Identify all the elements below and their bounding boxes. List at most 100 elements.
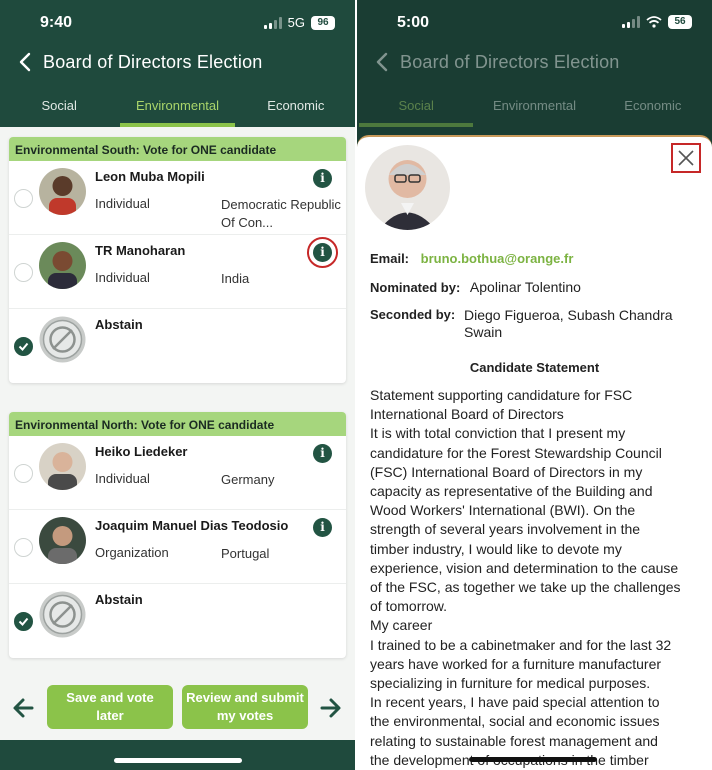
candidate-avatar: [39, 168, 86, 215]
candidate-row[interactable]: Joaquim Manuel Dias Teodosio Organizatio…: [9, 510, 346, 584]
statement-line: In recent years, I have paid special att…: [370, 694, 660, 711]
statement-line: relating to sustainable forest managemen…: [370, 732, 658, 749]
wifi-icon: [646, 16, 662, 28]
vote-radio[interactable]: [14, 464, 33, 483]
ballot-section-north: Environmental North: Vote for ONE candid…: [9, 412, 346, 658]
statement-line: My career: [370, 617, 433, 634]
checkmark-icon: [18, 617, 29, 626]
next-arrow-icon[interactable]: [320, 697, 342, 719]
close-button[interactable]: [671, 143, 701, 173]
tab-economic[interactable]: Economic: [594, 95, 712, 127]
candidate-statement: Statement supporting candidature for FSC…: [370, 386, 705, 770]
app-header: 5:00 56 Board of Directors Election Soci…: [357, 0, 712, 127]
signal-icon: [622, 16, 640, 28]
save-button-label: Save and vote later: [66, 690, 154, 723]
candidate-country: Germany: [221, 472, 275, 487]
statement-line: candidature for the Forest Stewardship C…: [370, 444, 662, 461]
review-and-submit-button[interactable]: Review and submit my votes: [182, 685, 308, 729]
candidate-country: Portugal: [221, 546, 270, 561]
statement-line: experience, vision and determination to …: [370, 559, 679, 576]
vote-radio-checked[interactable]: [14, 612, 33, 631]
tab-social[interactable]: Social: [0, 95, 118, 127]
info-icon[interactable]: i: [307, 237, 338, 268]
candidate-name: Joaquim Manuel Dias Teodosio: [95, 518, 289, 533]
nominated-value: Apolinar Tolentino: [469, 279, 581, 295]
statement-title: Candidate Statement: [469, 360, 600, 375]
signal-icon: [263, 16, 282, 29]
section-header: Environmental South: Vote for ONE candid…: [9, 137, 346, 161]
info-icon[interactable]: i: [313, 444, 332, 463]
app-header: 9:40 5G 96 Board of Directors Election S…: [0, 0, 355, 127]
previous-arrow-icon[interactable]: [12, 697, 34, 719]
status-time: 5:00: [397, 14, 430, 31]
vote-radio[interactable]: [14, 538, 33, 557]
review-button-label: Review and submit my votes: [186, 690, 304, 723]
candidate-type: Individual: [95, 270, 150, 285]
statement-line: of tomorrow.: [370, 598, 448, 615]
candidate-name: Heiko Liedeker: [95, 444, 188, 459]
tab-environmental[interactable]: Environmental: [475, 95, 593, 127]
ballot-section-south: Environmental South: Vote for ONE candid…: [9, 137, 346, 383]
candidate-avatar: [39, 242, 86, 289]
status-indicators: 56: [622, 15, 692, 29]
candidate-row[interactable]: TR Manoharan Individual India i: [9, 235, 346, 309]
checkmark-icon: [18, 342, 29, 351]
statement-line: It is with total conviction that I prese…: [370, 425, 626, 442]
candidate-row[interactable]: Heiko Liedeker Individual Germany i: [9, 436, 346, 510]
candidate-type: Organization: [95, 545, 169, 560]
candidate-type: Individual: [95, 196, 150, 211]
info-icon[interactable]: i: [313, 518, 332, 537]
network-label: 5G: [287, 15, 305, 30]
candidate-avatar: [39, 517, 86, 564]
back-arrow-icon[interactable]: [375, 52, 389, 72]
section-header: Environmental North: Vote for ONE candid…: [9, 412, 346, 436]
statement-line: of the FSC, as together we take up the c…: [370, 579, 681, 596]
statement-line: International Board of Directors: [370, 406, 564, 423]
seconded-value: Diego Figueroa, Subash Chandra Swain: [464, 307, 673, 340]
tab-environmental[interactable]: Environmental: [118, 95, 236, 127]
nominated-label: Nominated by:: [370, 280, 461, 295]
vote-radio-checked[interactable]: [14, 337, 33, 356]
statement-line: Statement supporting candidature for FSC: [370, 387, 633, 403]
candidate-name: Leon Muba Mopili: [95, 169, 205, 184]
candidate-detail-modal: Email: bruno.bothua@orange.fr Nominated …: [357, 135, 712, 770]
status-time: 9:40: [40, 14, 73, 31]
statement-line: Wood Workers' International (BWI). On th…: [370, 502, 636, 519]
right-phone-screen: 5:00 56 Board of Directors Election Soci…: [357, 0, 712, 770]
category-tabs: Social Environmental Economic: [357, 95, 712, 127]
bottom-bar: [0, 740, 355, 770]
candidate-country: Democratic Republic Of Con...: [221, 197, 341, 230]
statement-line: timber industry, I would like to devote …: [370, 540, 622, 557]
abstain-icon: [39, 591, 86, 638]
seconded-row: Seconded by: Diego Figueroa, Subash Chan…: [370, 307, 694, 341]
back-arrow-icon[interactable]: [18, 52, 32, 72]
statement-line: specializing in furniture for medical pu…: [370, 675, 651, 692]
candidate-country: India: [221, 271, 250, 286]
battery-icon: 56: [668, 15, 692, 29]
candidate-type: Individual: [95, 471, 150, 486]
home-indicator[interactable]: [469, 757, 597, 762]
nominated-row: Nominated by: Apolinar Tolentino: [370, 279, 581, 295]
vote-radio[interactable]: [14, 189, 33, 208]
tab-economic[interactable]: Economic: [237, 95, 355, 127]
seconded-label: Seconded by:: [370, 307, 456, 322]
candidate-row-abstain[interactable]: Abstain: [9, 584, 346, 658]
statement-line: I trained to be a cabinetmaker and for t…: [370, 636, 672, 653]
candidate-row[interactable]: Leon Muba Mopili Individual Democratic R…: [9, 161, 346, 235]
tab-social[interactable]: Social: [357, 95, 475, 127]
home-indicator[interactable]: [114, 758, 242, 763]
candidate-avatar: [39, 443, 86, 490]
vote-radio[interactable]: [14, 263, 33, 282]
email-link[interactable]: bruno.bothua@orange.fr: [421, 251, 574, 266]
candidate-name: Abstain: [95, 592, 143, 607]
statement-line: capacity as representative of the Buildi…: [370, 483, 653, 500]
save-and-vote-later-button[interactable]: Save and vote later: [47, 685, 173, 729]
info-icon[interactable]: i: [313, 169, 332, 188]
abstain-icon: [39, 316, 86, 363]
statement-line: years have worked for a furniture manufa…: [370, 655, 662, 672]
candidate-name: TR Manoharan: [95, 243, 186, 258]
candidate-row-abstain[interactable]: Abstain: [9, 309, 346, 383]
left-phone-screen: 9:40 5G 96 Board of Directors Election S…: [0, 0, 355, 770]
category-tabs: Social Environmental Economic: [0, 95, 355, 127]
statement-line: (FSC) International Board of Directors i…: [370, 463, 643, 480]
